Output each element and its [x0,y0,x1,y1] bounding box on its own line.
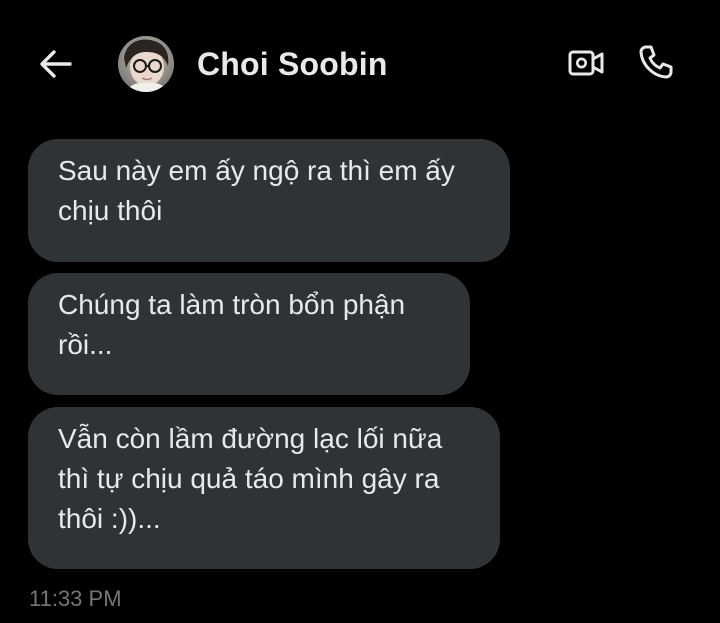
message-bubble[interactable]: Sau này em ấy ngộ ra thì em ấy chịu thôi [28,139,510,262]
contact-name[interactable]: Choi Soobin [197,44,388,84]
message-text: rồi... [58,329,113,360]
message-text: Sau này em ấy ngộ ra thì em ấy [58,155,455,186]
back-button[interactable] [32,40,80,88]
voice-call-button[interactable] [634,40,678,84]
message-bubble[interactable]: Vẫn còn lầm đường lạc lối nữa thì tự chị… [28,407,500,569]
phone-icon [639,45,673,79]
message-text: Chúng ta làm tròn bổn phận [58,289,406,320]
message-bubble[interactable]: Chúng ta làm tròn bổn phận rồi... [28,273,470,395]
video-camera-icon [568,50,604,76]
message-text: chịu thôi [58,195,163,226]
conversation-header: Choi Soobin [0,0,720,125]
video-call-button[interactable] [565,43,607,83]
message-timestamp: 11:33 PM [29,586,122,611]
avatar-image [118,36,174,92]
message-text: thôi :))... [58,503,161,534]
message-text: thì tự chịu quả táo mình gây ra [58,463,440,494]
message-text: Vẫn còn lầm đường lạc lối nữa [58,423,443,454]
avatar[interactable] [118,36,174,92]
arrow-left-icon [40,50,72,78]
